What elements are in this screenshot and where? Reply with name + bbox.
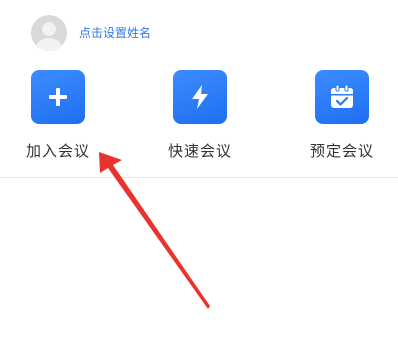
set-name-link[interactable]: 点击设置姓名 [79, 27, 151, 39]
join-meeting-button[interactable]: 加入会议 [13, 70, 103, 161]
quick-meeting-tile[interactable] [173, 70, 227, 124]
profile-header[interactable]: 点击设置姓名 [31, 15, 151, 51]
avatar[interactable] [31, 15, 67, 51]
meeting-actions: 加入会议 快速会议 预定会议 [0, 70, 398, 164]
schedule-meeting-label: 预定会议 [309, 142, 374, 160]
lightning-icon [192, 85, 208, 109]
quick-meeting-button[interactable]: 快速会议 [155, 70, 245, 161]
avatar-head-shape [42, 22, 56, 36]
calendar-check-icon [331, 84, 353, 108]
avatar-body-shape [35, 38, 63, 51]
section-divider [0, 177, 398, 178]
quick-meeting-label: 快速会议 [167, 142, 232, 160]
schedule-meeting-tile[interactable] [315, 70, 369, 124]
red-arrow-annotation [99, 152, 210, 309]
join-meeting-tile[interactable] [31, 70, 85, 124]
schedule-meeting-button[interactable]: 预定会议 [297, 70, 387, 161]
plus-icon [49, 88, 67, 106]
join-meeting-label: 加入会议 [25, 142, 90, 160]
